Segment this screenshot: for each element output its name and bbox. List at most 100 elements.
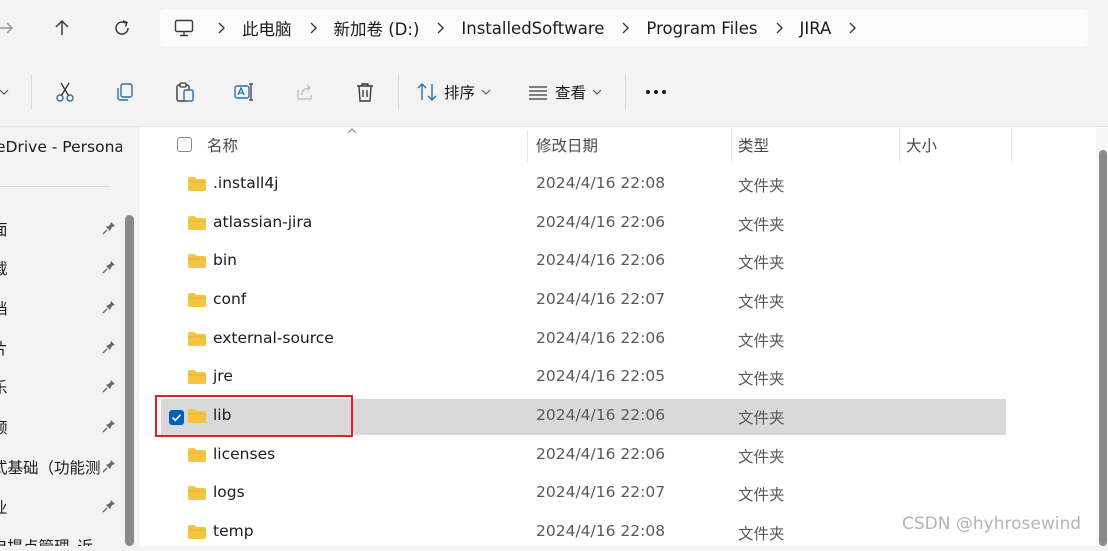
new-dropdown-chevron-icon[interactable] <box>0 78 12 106</box>
pin-icon <box>102 341 115 354</box>
file-name[interactable]: jre <box>213 367 233 385</box>
breadcrumb-installedsoftware[interactable]: InstalledSoftware <box>453 19 612 38</box>
file-modified-date: 2024/4/16 22:08 <box>536 174 666 192</box>
breadcrumb-jira[interactable]: JIRA <box>792 19 840 38</box>
paste-icon[interactable] <box>171 78 199 106</box>
file-row-logs[interactable]: logs 2024/4/16 22:07 文件夹 <box>161 476 1006 512</box>
pin-icon <box>102 420 115 433</box>
column-header-name[interactable]: 名称 <box>207 134 238 156</box>
folder-icon <box>188 448 206 462</box>
file-row-conf[interactable]: conf 2024/4/16 22:07 文件夹 <box>161 283 1006 319</box>
file-list-scrollbar-thumb[interactable] <box>1099 150 1107 546</box>
file-row-external-source[interactable]: external-source 2024/4/16 22:06 文件夹 <box>161 322 1006 358</box>
pin-icon <box>102 500 115 513</box>
column-header-type[interactable]: 类型 <box>738 134 769 156</box>
sidebar-item-label: 频 <box>0 416 8 438</box>
sort-ascending-icon <box>347 128 357 134</box>
breadcrumb-program-files[interactable]: Program Files <box>638 19 765 38</box>
sidebar-item-onedrive[interactable]: eDrive - Personal <box>0 136 122 160</box>
chevron-right-icon[interactable] <box>839 9 865 47</box>
file-modified-date: 2024/4/16 22:06 <box>536 329 666 347</box>
column-header-modified[interactable]: 修改日期 <box>536 134 598 156</box>
column-divider[interactable] <box>899 130 900 162</box>
column-divider[interactable] <box>527 130 528 162</box>
file-name[interactable]: licenses <box>213 445 275 463</box>
folder-icon <box>188 486 206 500</box>
sidebar-item-work[interactable]: 业 <box>0 494 122 518</box>
file-modified-date: 2024/4/16 22:06 <box>536 445 666 463</box>
sidebar-scrollbar-thumb[interactable] <box>125 215 134 546</box>
file-row-atlassian-jira[interactable]: atlassian-jira 2024/4/16 22:06 文件夹 <box>161 206 1006 242</box>
cut-icon[interactable] <box>51 78 79 106</box>
file-name[interactable]: bin <box>213 251 237 269</box>
sort-button[interactable]: 排序 <box>416 78 496 106</box>
select-all-checkbox[interactable] <box>177 137 192 152</box>
chevron-right-icon[interactable] <box>612 9 638 47</box>
refresh-icon[interactable] <box>108 14 136 42</box>
folder-icon <box>188 293 206 307</box>
chevron-right-icon[interactable] <box>300 9 326 47</box>
breadcrumb-this-pc[interactable]: 此电脑 <box>234 16 300 40</box>
computer-icon <box>160 9 208 47</box>
copy-icon[interactable] <box>111 78 139 106</box>
chevron-right-icon[interactable] <box>208 9 234 47</box>
address-bar[interactable]: 此电脑 新加卷 (D:) InstalledSoftware Program F… <box>160 9 1088 47</box>
sidebar-divider <box>0 186 110 187</box>
file-name[interactable]: atlassian-jira <box>213 213 312 231</box>
toolbar-divider <box>398 74 399 110</box>
toolbar-divider <box>625 74 626 110</box>
folder-icon <box>188 370 206 384</box>
chevron-right-icon[interactable] <box>766 9 792 47</box>
sidebar-item-label: 式基础（功能测试） <box>0 459 100 477</box>
sidebar-item-videos[interactable]: 频 <box>0 414 122 438</box>
share-icon[interactable] <box>291 78 319 106</box>
view-label: 查看 <box>555 84 587 102</box>
chevron-down-icon <box>481 89 491 95</box>
file-name[interactable]: logs <box>213 483 245 501</box>
sidebar-item-desktop[interactable]: 面 <box>0 216 122 240</box>
sidebar-item-label: 乐 <box>0 376 8 398</box>
file-type: 文件夹 <box>738 177 785 195</box>
file-name[interactable]: external-source <box>213 329 334 347</box>
navigation-pane: eDrive - Personal 面 载 档 片 乐 频 式基础（功能测试） … <box>0 127 122 546</box>
file-type: 文件夹 <box>738 448 785 466</box>
view-list-icon <box>529 86 547 100</box>
sidebar-item-label: 面 <box>0 218 8 240</box>
command-bar: 排序 查看 <box>0 58 1108 127</box>
pin-icon <box>102 380 115 393</box>
file-row-bin[interactable]: bin 2024/4/16 22:06 文件夹 <box>161 244 1006 280</box>
file-row-jre[interactable]: jre 2024/4/16 22:05 文件夹 <box>161 360 1006 396</box>
toolbar-divider <box>31 74 32 110</box>
file-name[interactable]: temp <box>213 522 254 540</box>
sidebar-item-label: 片 <box>0 337 8 359</box>
sidebar-item-music[interactable]: 乐 <box>0 374 122 398</box>
file-name[interactable]: .install4j <box>213 174 279 192</box>
red-highlight-annotation <box>155 395 353 437</box>
file-row-licenses[interactable]: licenses 2024/4/16 22:06 文件夹 <box>161 438 1006 474</box>
sidebar-item-test-basics[interactable]: 式基础（功能测试） <box>0 454 122 478</box>
breadcrumb-drive-d[interactable]: 新加卷 (D:) <box>326 16 428 40</box>
delete-icon[interactable] <box>351 78 379 106</box>
file-type: 文件夹 <box>738 332 785 350</box>
sidebar-item-pictures[interactable]: 片 <box>0 335 122 359</box>
view-button[interactable]: 查看 <box>527 78 611 106</box>
up-arrow-icon[interactable] <box>48 14 76 42</box>
more-options-icon[interactable] <box>642 78 670 106</box>
forward-icon[interactable] <box>0 14 20 42</box>
file-name[interactable]: conf <box>213 290 246 308</box>
folder-icon <box>188 216 206 230</box>
chevron-right-icon[interactable] <box>427 9 453 47</box>
file-modified-date: 2024/4/16 22:08 <box>536 522 666 540</box>
sidebar-item-label: 业 <box>0 496 8 518</box>
file-modified-date: 2024/4/16 22:05 <box>536 367 666 385</box>
sidebar-item-label: 档 <box>0 297 8 319</box>
chevron-down-icon <box>592 89 602 95</box>
sidebar-item-documents[interactable]: 档 <box>0 295 122 319</box>
sidebar-item-downloads[interactable]: 载 <box>0 255 122 279</box>
column-divider[interactable] <box>1011 130 1012 162</box>
file-row-install4j[interactable]: .install4j 2024/4/16 22:08 文件夹 <box>161 167 1006 203</box>
column-header-size[interactable]: 大小 <box>906 134 937 156</box>
sidebar-item-pickup-management[interactable]: 自提点管理_近 <box>0 533 122 546</box>
rename-icon[interactable] <box>230 78 258 106</box>
column-divider[interactable] <box>731 130 732 162</box>
